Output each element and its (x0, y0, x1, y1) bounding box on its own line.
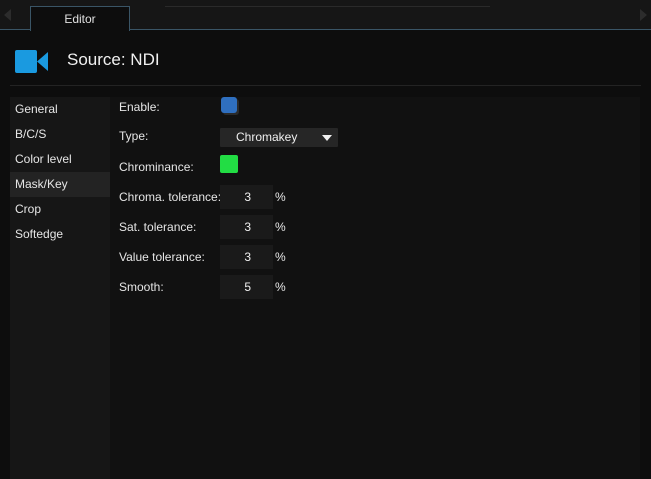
triangle-right-icon (640, 9, 647, 21)
scroll-tabs-right-button[interactable] (635, 6, 651, 24)
type-dropdown-value: Chromakey (236, 130, 298, 144)
type-label: Type: (119, 129, 149, 143)
tab-bar: Editor (0, 0, 651, 31)
editor-header: Source: NDI (0, 31, 651, 86)
value-tolerance-row: Value tolerance: 3 % (119, 245, 619, 269)
sidebar: General B/C/S Color level Mask/Key Crop … (10, 97, 110, 479)
video-camera-icon (15, 50, 48, 73)
type-row: Type: Chromakey (119, 127, 619, 147)
sidebar-item-general[interactable]: General (10, 97, 110, 122)
smooth-unit: % (275, 280, 286, 294)
enable-label: Enable: (119, 100, 160, 114)
mask-key-panel: Enable: Type: Chromakey Chrominance: Chr… (110, 97, 640, 479)
sidebar-item-bcs[interactable]: B/C/S (10, 122, 110, 147)
chrominance-row: Chrominance: (119, 155, 619, 178)
smooth-label: Smooth: (119, 280, 164, 294)
value-tolerance-input[interactable]: 3 (220, 245, 273, 269)
value-tolerance-label: Value tolerance: (119, 250, 205, 264)
caret-down-icon (322, 135, 332, 141)
chroma-tolerance-row: Chroma. tolerance: 3 % (119, 185, 619, 209)
value-tolerance-unit: % (275, 250, 286, 264)
sat-tolerance-row: Sat. tolerance: 3 % (119, 215, 619, 239)
chroma-tolerance-input[interactable]: 3 (220, 185, 273, 209)
page-title: Source: NDI (67, 50, 160, 69)
triangle-left-icon (4, 9, 11, 21)
header-divider (10, 85, 641, 86)
tab-strip-divider (165, 6, 490, 7)
enable-row: Enable: (119, 97, 619, 117)
smooth-row: Smooth: 5 % (119, 275, 619, 299)
tab-editor[interactable]: Editor (30, 6, 130, 31)
sidebar-item-color-level[interactable]: Color level (10, 147, 110, 172)
chrominance-label: Chrominance: (119, 160, 194, 174)
enable-checkbox[interactable] (221, 97, 237, 113)
type-dropdown[interactable]: Chromakey (220, 128, 338, 147)
sidebar-item-softedge[interactable]: Softedge (10, 222, 110, 247)
chrominance-color-swatch[interactable] (220, 155, 238, 173)
chroma-tolerance-unit: % (275, 190, 286, 204)
scroll-tabs-left-button[interactable] (0, 6, 16, 24)
sat-tolerance-unit: % (275, 220, 286, 234)
sidebar-item-mask-key[interactable]: Mask/Key (10, 172, 110, 197)
chroma-tolerance-label: Chroma. tolerance: (119, 190, 222, 204)
sidebar-item-crop[interactable]: Crop (10, 197, 110, 222)
smooth-input[interactable]: 5 (220, 275, 273, 299)
sat-tolerance-label: Sat. tolerance: (119, 220, 197, 234)
sat-tolerance-input[interactable]: 3 (220, 215, 273, 239)
